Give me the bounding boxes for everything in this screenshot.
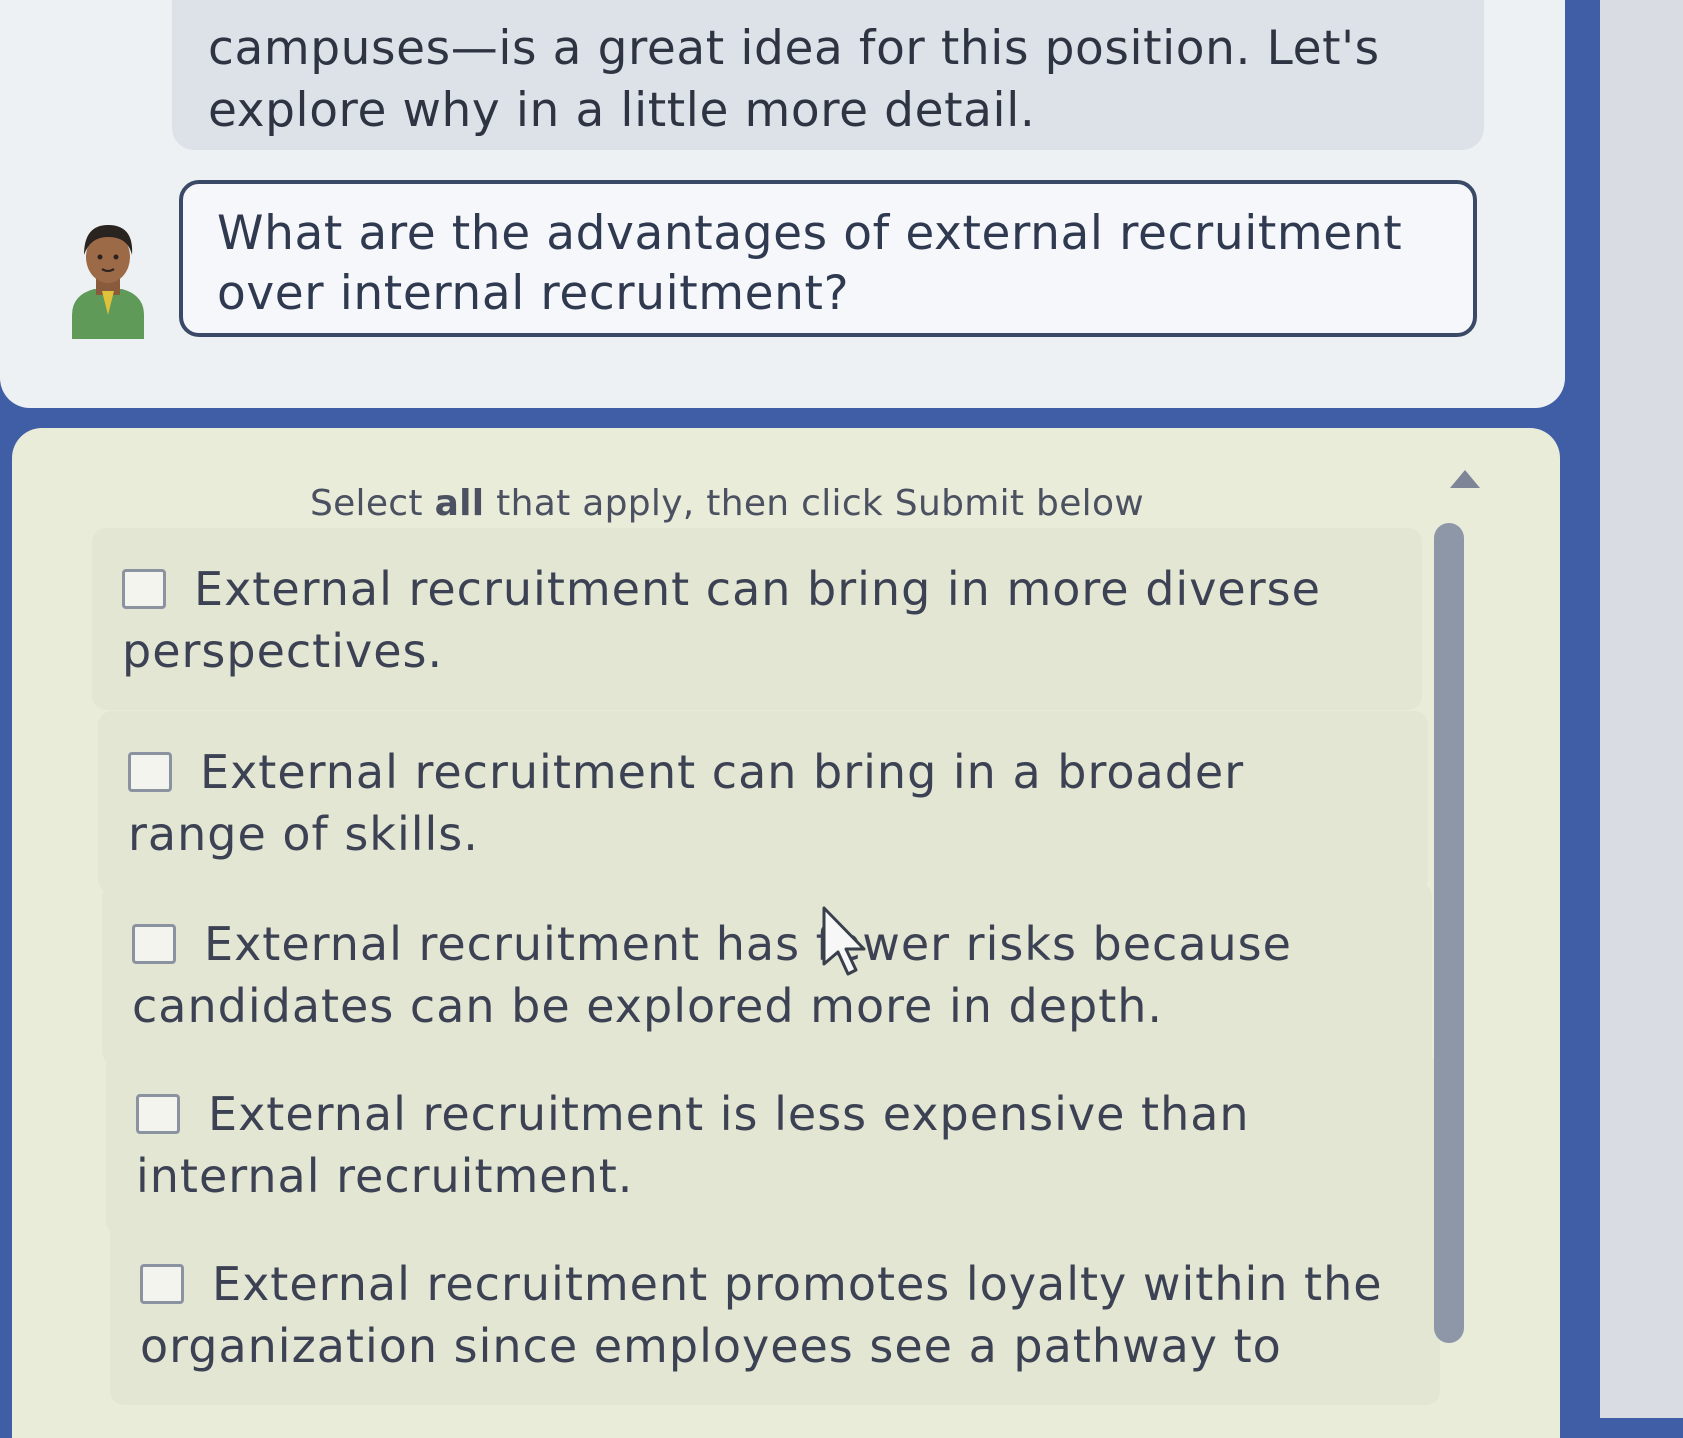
mouse-cursor-icon: [822, 906, 866, 976]
previous-message-text: campuses—is a great idea for this positi…: [208, 21, 1380, 138]
checkbox-icon[interactable]: [128, 752, 172, 792]
checkbox-icon[interactable]: [122, 569, 166, 609]
question-box: What are the advantages of external recr…: [179, 180, 1477, 337]
instruction-text: Select all that apply, then click Submit…: [309, 483, 1145, 524]
checkbox-icon[interactable]: [136, 1094, 180, 1134]
answer-option-1[interactable]: External recruitment can bring in more d…: [92, 528, 1422, 710]
scrollbar-thumb[interactable]: [1434, 523, 1464, 1343]
answer-option-3[interactable]: External recruitment has fewer risks bec…: [102, 883, 1432, 1065]
option-label: External recruitment can bring in a broa…: [128, 745, 1245, 861]
option-label: External recruitment is less expensive t…: [136, 1087, 1250, 1203]
option-label: External recruitment has fewer risks bec…: [132, 917, 1292, 1033]
option-label: External recruitment can bring in more d…: [122, 562, 1321, 678]
option-label: External recruitment promotes loyalty wi…: [140, 1257, 1383, 1373]
window-edge: [1600, 0, 1683, 1418]
checkbox-icon[interactable]: [132, 924, 176, 964]
answer-panel: Select all that apply, then click Submit…: [12, 428, 1560, 1438]
answer-option-5[interactable]: External recruitment promotes loyalty wi…: [110, 1223, 1440, 1405]
person-avatar-icon: [72, 225, 144, 339]
chat-card: campuses—is a great idea for this positi…: [0, 0, 1565, 408]
question-text: What are the advantages of external recr…: [217, 206, 1403, 321]
scroll-up-arrow-icon[interactable]: [1450, 470, 1480, 488]
answer-option-2[interactable]: External recruitment can bring in a broa…: [98, 711, 1428, 893]
checkbox-icon[interactable]: [140, 1264, 184, 1304]
answer-option-4[interactable]: External recruitment is less expensive t…: [106, 1053, 1436, 1235]
